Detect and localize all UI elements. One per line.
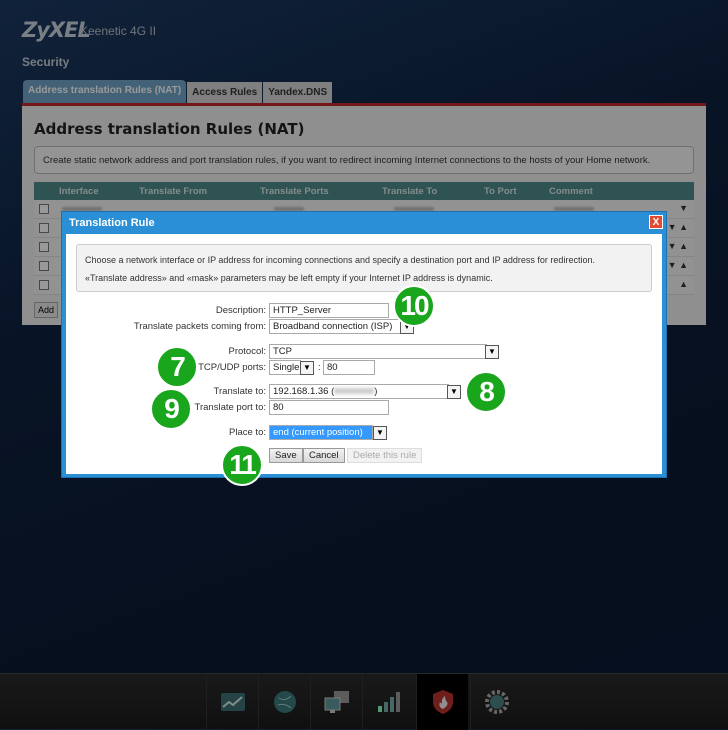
info-line-1: Choose a network interface or IP address… [85,255,595,265]
chevron-down-icon[interactable]: ▼ [447,385,461,399]
description-label: Description: [215,305,266,316]
chevron-down-icon[interactable]: ▼ [485,345,499,359]
nav-security[interactable] [416,674,468,730]
close-icon[interactable]: X [649,215,663,229]
col-to-port: To Port [484,186,517,197]
move-icons[interactable]: ▼ ▲ [668,222,688,232]
translate-to-ip: 192.168.1.36 ( [273,386,335,397]
from-select[interactable]: Broadband connection (ISP) [269,319,401,334]
protocol-select[interactable]: TCP [269,344,487,359]
tab-access-rules[interactable]: Access Rules [187,82,263,104]
step-badge-9: 9 [150,388,192,430]
add-button[interactable]: Add [34,302,59,318]
section-title: Security [22,55,70,69]
translate-port-field[interactable]: 80 [269,400,389,415]
step-badge-7: 7 [156,346,198,388]
panel-info: Create static network address and port t… [34,146,694,174]
place-select[interactable]: end (current position) [269,425,373,440]
port-field[interactable]: 80 [323,360,375,375]
nav-system[interactable] [470,674,522,730]
bottom-nav [0,673,728,730]
globe-icon [273,691,296,713]
from-label: Translate packets coming from: [133,321,266,332]
row-checkbox[interactable] [39,223,49,233]
col-comment: Comment [549,186,593,197]
move-down-icon[interactable]: ▼ [679,203,688,213]
cancel-button[interactable]: Cancel [303,448,345,463]
tab-nat[interactable]: Address translation Rules (NAT) [23,80,187,104]
chevron-down-icon[interactable]: ▼ [300,361,314,375]
row-checkbox[interactable] [39,280,49,290]
chevron-down-icon[interactable]: ▼ [373,426,387,440]
translate-to-suffix: ) [374,386,378,397]
description-field[interactable]: HTTP_Server [269,303,389,318]
row-checkbox[interactable] [39,261,49,271]
row-checkbox[interactable] [39,204,49,214]
page-title: Address translation Rules (NAT) [34,120,305,138]
step-badge-11: 11 [221,444,263,486]
tab-yandex-dns[interactable]: Yandex.DNS [263,82,333,104]
save-button[interactable]: Save [269,448,303,463]
col-translate-from: Translate From [139,186,208,197]
nav-internet[interactable] [258,674,310,730]
row-checkbox[interactable] [39,242,49,252]
translate-to-select[interactable]: 192.168.1.36 () [269,384,449,399]
nav-monitor[interactable] [206,674,258,730]
nav-home-network[interactable] [310,674,362,730]
dialog-info: Choose a network interface or IP address… [76,244,652,292]
move-up-icon[interactable]: ▲ [679,279,688,289]
table-header: Interface Translate From Translate Ports… [34,182,694,200]
delete-rule-button[interactable]: Delete this rule [347,448,423,463]
signal-icon [377,692,400,712]
info-line-2: «Translate address» and «mask» parameter… [85,273,493,283]
computers-icon [324,691,349,713]
nav-wifi[interactable] [362,674,414,730]
chart-icon [220,693,245,711]
col-interface: Interface [59,186,99,197]
gear-icon [484,690,509,714]
model-name: Keenetic 4G II [80,24,157,38]
step-badge-8: 8 [465,371,507,413]
ports-mode-select[interactable]: Single [269,360,301,375]
firewall-icon [432,690,453,714]
move-icons[interactable]: ▼ ▲ [668,260,688,270]
translation-rule-dialog: Translation Rule X Choose a network inte… [61,211,667,478]
tab-bar: Address translation Rules (NAT) Access R… [23,80,333,104]
move-icons[interactable]: ▼ ▲ [668,241,688,251]
dialog-title: Translation Rule [69,217,155,229]
col-translate-ports: Translate Ports [260,186,329,197]
step-badge-10: 10 [393,285,435,327]
col-translate-to: Translate To [382,186,438,197]
